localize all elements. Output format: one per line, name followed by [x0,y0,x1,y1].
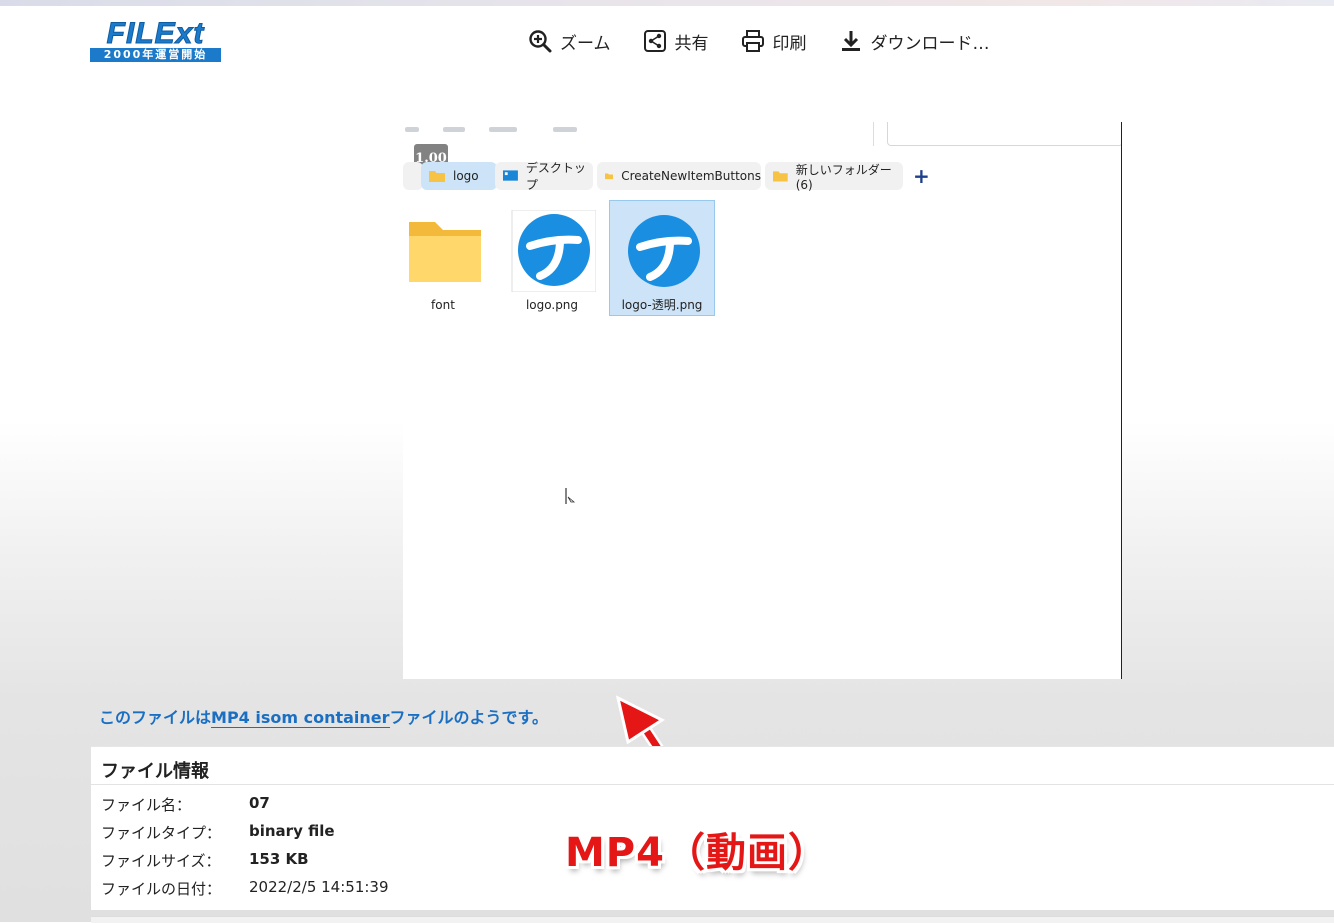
tab-label: logo [453,169,479,183]
tab-new-folder-6[interactable]: 新しいフォルダー (6) [765,162,903,192]
tab-label: 新しいフォルダー (6) [795,162,892,192]
text-cursor-icon [565,488,576,504]
share-icon [643,30,666,52]
file-name: logo.png [525,298,579,312]
tab-createnewitembuttons[interactable]: CreateNewItemButtons [597,162,761,190]
file-name: logo-透明.png [621,298,703,312]
file-item-logo-transparent-png[interactable]: logo-透明.png [609,200,715,316]
info-value: binary file [249,822,335,840]
zoom-button[interactable]: ズーム [528,29,611,54]
tab-label: CreateNewItemButtons [621,169,761,183]
info-key: ファイル名： [101,796,192,814]
download-label: ダウンロード… [870,33,990,54]
logo-subtitle: 2000年運営開始 [90,48,221,62]
share-label: 共有 [674,33,709,54]
annotation-label: MP4（動画） [565,830,829,876]
printer-icon [741,30,764,52]
header-toolbar: ズーム 共有 印刷 ダウンロード… [528,28,1022,54]
info-key: ファイルサイズ： [101,852,221,870]
logo-image-icon [628,215,700,287]
logo-brand-text: FILExt [106,17,205,51]
folder-icon [429,171,445,182]
print-label: 印刷 [772,33,807,54]
file-name: font [431,298,455,312]
explorer-address-bar [403,122,1121,146]
print-button[interactable]: 印刷 [741,29,807,54]
folder-icon [605,173,614,180]
info-key: ファイルの日付： [101,880,222,898]
file-info-title: ファイル情報 [101,761,209,782]
file-type-prefix: このファイルは [99,708,212,727]
desktop-icon [503,170,518,181]
file-type-sentence: このファイルはMP4 isom containerファイルのようです。 [99,704,548,728]
download-icon [841,31,860,51]
file-item-logo-png[interactable]: logo.png [500,200,604,314]
new-tab-button[interactable]: + [913,164,930,188]
zoom-in-icon [529,30,552,53]
file-item-font[interactable]: font [403,200,495,314]
file-preview-image: 1.00 logo デスクトップ CreateNewItemButtons 新し… [403,122,1122,679]
tab-label: デスクトップ [525,161,586,192]
logo-image-icon [511,210,596,292]
info-value: 153 KB [249,850,309,868]
info-key: ファイルタイプ： [101,824,222,842]
share-button[interactable]: 共有 [643,29,709,54]
filext-logo[interactable]: FILExt 2000年運営開始 [90,17,221,63]
file-info-divider [91,784,1334,785]
top-gradient-strip [0,0,1334,6]
file-type-link[interactable]: MP4 isom container [211,708,390,728]
zoom-label: ズーム [560,33,611,54]
folder-icon [773,171,788,182]
folder-icon [409,222,481,282]
tab-edge [403,162,423,190]
file-type-suffix: ファイルのようです。 [389,708,548,727]
info-value: 2022/2/5 14:51:39 [249,878,389,896]
download-button[interactable]: ダウンロード… [839,29,990,54]
info-value: 07 [249,794,270,812]
explorer-tabs: logo デスクトップ CreateNewItemButtons 新しいフォルダ… [403,161,1121,192]
tab-desktop[interactable]: デスクトップ [495,161,593,192]
tab-logo[interactable]: logo [421,162,497,190]
